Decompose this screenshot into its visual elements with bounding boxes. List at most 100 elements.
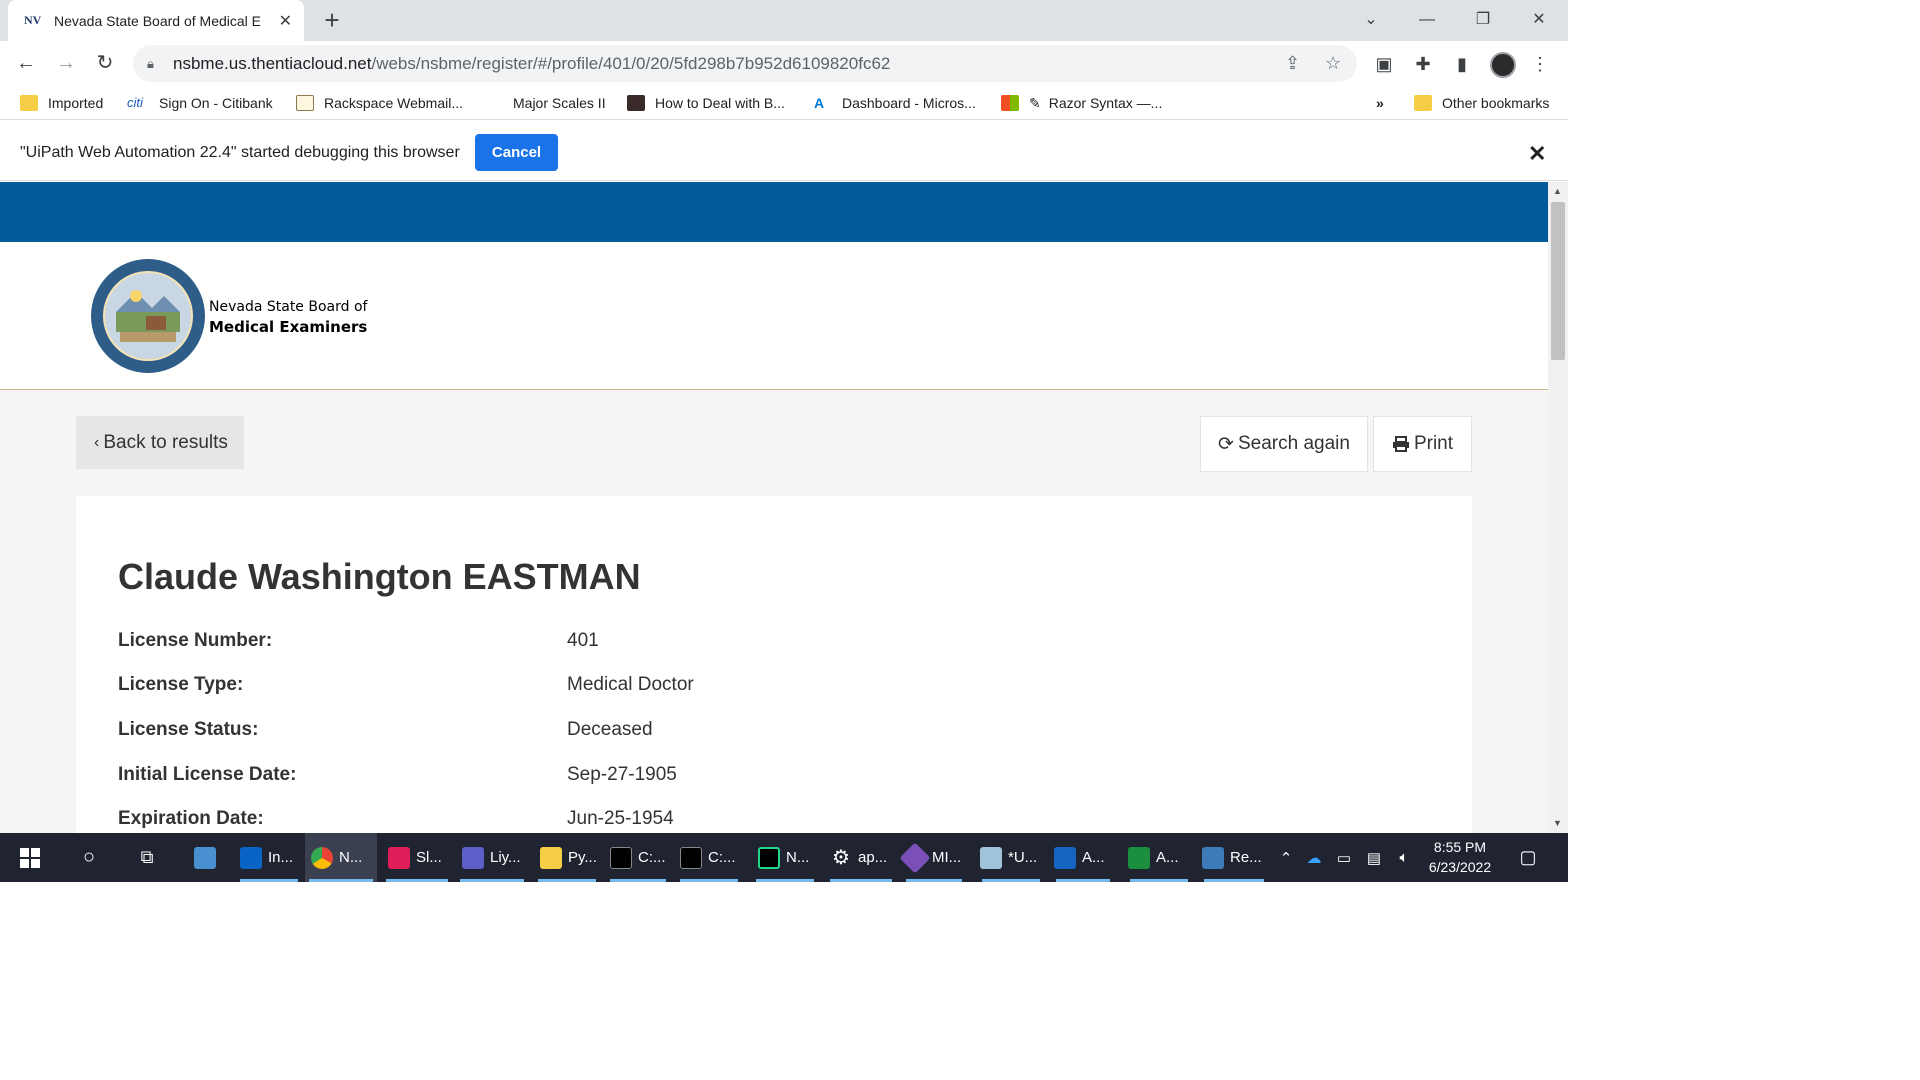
windows-start-icon[interactable] <box>12 833 48 882</box>
cancel-debugging-button[interactable]: Cancel <box>475 134 558 171</box>
search-icon[interactable]: ○ <box>72 833 106 882</box>
task-view-icon[interactable]: ⧉ <box>130 833 164 882</box>
profile-avatar[interactable] <box>1490 52 1516 78</box>
field-label: Initial License Date: <box>118 764 297 785</box>
pycharm-icon <box>758 846 780 869</box>
close-tab-icon[interactable]: ✕ <box>279 11 292 31</box>
address-bar[interactable]: 🔒︎ nsbme.us.thentiacloud.net/webs/nsbme/… <box>133 45 1357 82</box>
onedrive-icon[interactable]: ☁ <box>1302 833 1326 882</box>
diamond-icon <box>899 841 931 874</box>
url-path: /webs/nsbme/register/#/profile/401/0/20/… <box>371 53 891 73</box>
taskbar-app-a[interactable]: A... <box>1126 833 1192 882</box>
bookmark-major-scales[interactable]: Major Scales II <box>513 86 606 120</box>
taskbar-app-s[interactable]: A... <box>1052 833 1114 882</box>
bookmarks-bar: Imported citi Sign On - Citibank Rackspac… <box>0 86 1568 120</box>
bookmark-dashboard[interactable]: A Dashboard - Micros... <box>814 86 976 120</box>
licensee-name: Claude Washington EASTMAN <box>118 556 641 597</box>
lock-icon: 🔒︎ <box>147 55 154 71</box>
taskbar-settings[interactable]: ⚙ ap... <box>826 833 896 882</box>
forward-arrow-icon[interactable]: → <box>50 47 82 79</box>
browser-tab[interactable]: NV Nevada State Board of Medical E ✕ <box>8 0 304 41</box>
star-icon[interactable]: ☆ <box>1325 53 1341 74</box>
bookmark-how-to-deal[interactable]: How to Deal with B... <box>627 86 785 120</box>
tab-title: Nevada State Board of Medical E <box>54 12 262 29</box>
field-label: License Type: <box>118 674 244 695</box>
bookmark-other[interactable]: Other bookmarks <box>1414 86 1549 120</box>
minimize-icon[interactable]: — <box>1399 0 1455 41</box>
tab-search-icon[interactable]: ⌄ <box>1343 0 1399 41</box>
notepad-icon <box>980 846 1002 869</box>
side-panel-icon[interactable]: ▮ <box>1450 52 1474 76</box>
menu-icon[interactable]: ⋮ <box>1528 52 1552 76</box>
citi-icon: citi <box>127 95 143 110</box>
new-tab-icon[interactable]: + <box>318 6 346 34</box>
reload-icon[interactable]: ↻ <box>89 47 121 79</box>
restore-icon[interactable]: ❐ <box>1455 0 1511 41</box>
taskbar-explorer[interactable]: Py... <box>534 833 600 882</box>
taskbar-outlook[interactable]: In... <box>236 833 302 882</box>
volume-icon[interactable]: 🔈︎ <box>1392 833 1416 882</box>
taskbar-teams[interactable]: Liy... <box>456 833 528 882</box>
slack-icon <box>388 846 410 869</box>
taskbar-mi[interactable]: MI... <box>899 833 966 882</box>
license-number-value: 401 <box>567 630 599 651</box>
scroll-down-icon[interactable]: ▼ <box>1553 818 1562 828</box>
expiration-date-value: Jun-25-1954 <box>567 808 674 829</box>
page-scrollbar[interactable]: ▲ ▼ <box>1548 182 1568 833</box>
notifications-icon[interactable]: ▢ <box>1514 833 1542 882</box>
browser-toolbar: ← → ↻ 🔒︎ nsbme.us.thentiacloud.net/webs/… <box>0 41 1568 86</box>
initial-license-date-value: Sep-27-1905 <box>567 764 677 785</box>
taskbar-chrome[interactable]: N... <box>305 833 377 882</box>
taskbar-cmd-2[interactable]: C:... <box>676 833 742 882</box>
pen-icon: ✎ <box>1029 94 1041 111</box>
scrollbar-thumb[interactable] <box>1551 202 1565 360</box>
folder-icon <box>1414 95 1432 111</box>
back-arrow-icon[interactable]: ← <box>10 47 42 79</box>
field-label: License Number: <box>118 630 273 651</box>
battery-icon[interactable]: ▭ <box>1332 833 1356 882</box>
mail-icon <box>296 95 314 111</box>
profile-card: Claude Washington EASTMAN License Number… <box>76 496 1472 833</box>
brand-line-1: Nevada State Board of <box>209 299 368 315</box>
network-icon[interactable]: ▤ <box>1362 833 1386 882</box>
tab-strip: NV Nevada State Board of Medical E ✕ + ⌄… <box>0 0 1568 41</box>
gear-icon: ⚙ <box>832 846 850 869</box>
taskbar-slack[interactable]: Sl... <box>382 833 452 882</box>
bookmark-imported[interactable]: Imported <box>20 86 103 120</box>
tray-chevron-up-icon[interactable]: ⌃ <box>1276 833 1296 882</box>
share-icon[interactable]: ⇪ <box>1285 53 1300 74</box>
book-icon <box>627 95 645 111</box>
search-again-button[interactable]: ⟳ Search again <box>1200 416 1368 472</box>
remote-desktop-icon <box>1202 846 1224 869</box>
extension-icon[interactable]: ▣ <box>1372 52 1396 76</box>
taskbar-uipath-studio[interactable]: *U... <box>978 833 1044 882</box>
puzzle-icon[interactable]: ✚ <box>1411 52 1435 76</box>
system-clock[interactable]: 8:55 PM 6/23/2022 <box>1420 837 1500 877</box>
folder-icon <box>20 95 38 111</box>
bookmark-rackspace[interactable]: Rackspace Webmail... <box>296 86 463 120</box>
close-infobar-icon[interactable]: ✕ <box>1528 141 1546 167</box>
license-type-value: Medical Doctor <box>567 674 694 695</box>
print-icon <box>1392 436 1409 452</box>
refresh-icon: ⟳ <box>1218 433 1234 455</box>
taskbar-remote[interactable]: Re... <box>1200 833 1268 882</box>
azure-icon: A <box>814 95 825 111</box>
site-header: Nevada State Board of Medical Examiners <box>0 242 1548 390</box>
scroll-up-icon[interactable]: ▲ <box>1553 186 1562 196</box>
taskbar-cmd-1[interactable]: C:... <box>606 833 670 882</box>
microsoft-icon <box>1001 95 1019 111</box>
license-status-value: Deceased <box>567 719 653 740</box>
terminal-icon <box>680 846 702 869</box>
windows-taskbar: ○ ⧉ In... N... Sl... Liy... Py... C:... … <box>0 833 1568 882</box>
pinned-app-icon[interactable] <box>188 833 222 882</box>
bookmark-razor[interactable]: ✎ Razor Syntax —... <box>1001 86 1162 120</box>
taskbar-pycharm[interactable]: N... <box>752 833 818 882</box>
play-icon <box>1128 846 1150 869</box>
print-button[interactable]: Print <box>1373 416 1472 472</box>
close-window-icon[interactable]: ✕ <box>1511 0 1567 41</box>
more-bookmarks-button[interactable]: » <box>1376 86 1384 120</box>
s-app-icon <box>1054 846 1076 869</box>
debugging-infobar: "UiPath Web Automation 22.4" started deb… <box>0 126 1568 181</box>
bookmark-citibank[interactable]: citi Sign On - Citibank <box>127 86 273 120</box>
back-to-results-button[interactable]: ‹ Back to results <box>76 416 244 469</box>
